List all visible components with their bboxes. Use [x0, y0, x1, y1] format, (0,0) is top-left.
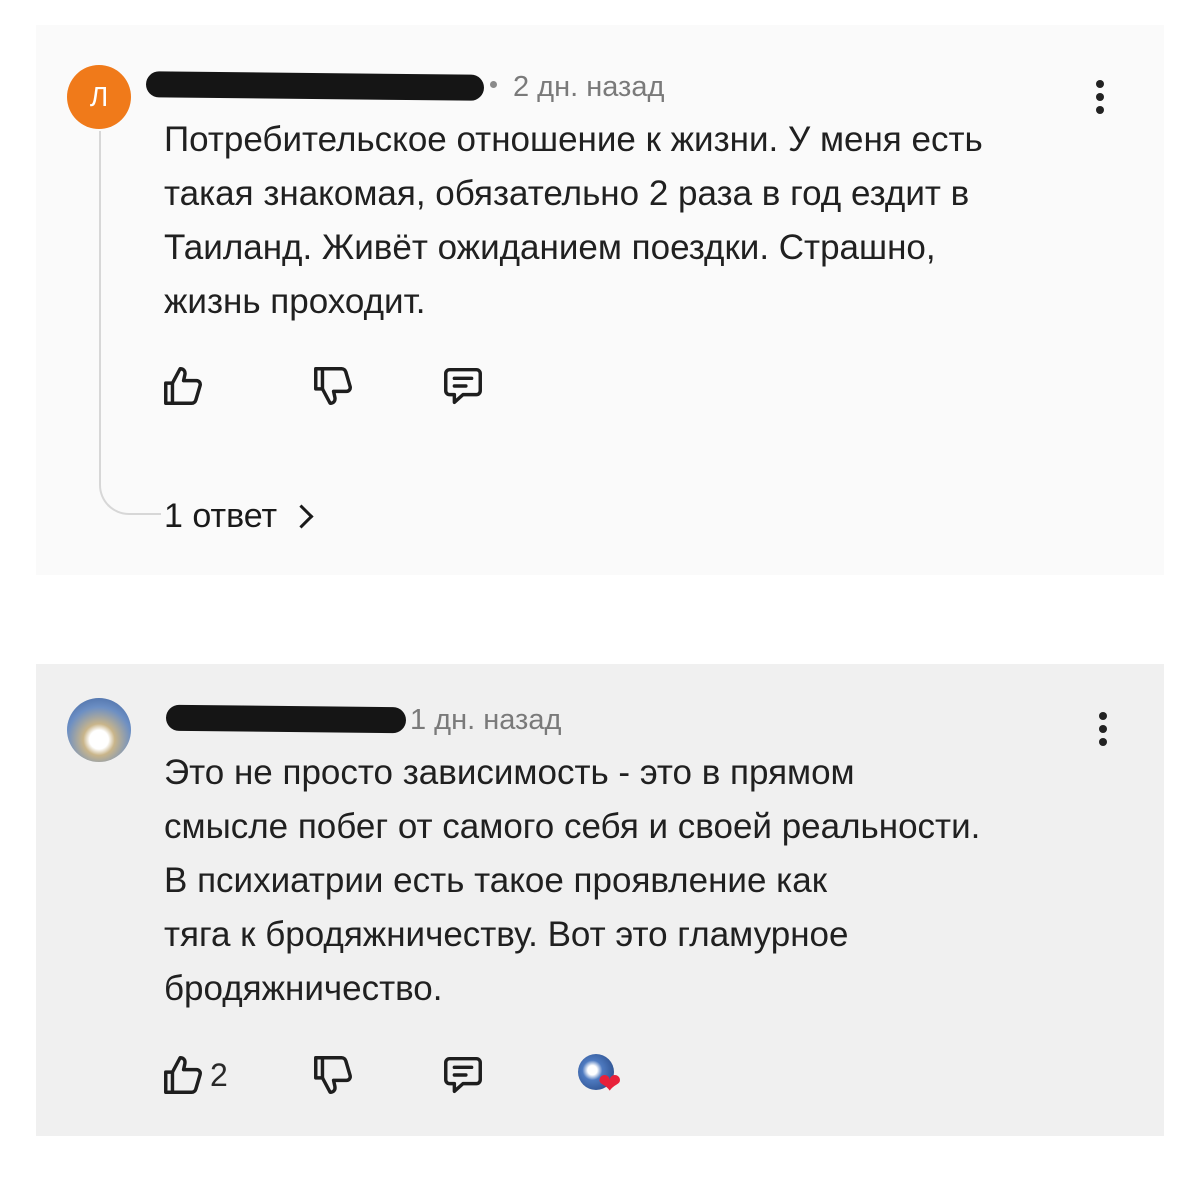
reply-button[interactable] [440, 363, 486, 409]
reply-button[interactable] [440, 1052, 486, 1098]
heart-icon: ❤ [598, 1068, 622, 1099]
comment-text-line: жизнь проходит. [164, 282, 426, 321]
like-count: 2 [210, 1056, 228, 1093]
reply-icon [444, 367, 482, 405]
comment-text-line: такая знакомая, обязательно 2 раза в год… [164, 174, 970, 213]
comment-card: 1 дн. назад Это не просто зависимость - … [36, 664, 1164, 1136]
reply-icon [444, 1056, 482, 1094]
author-heart-icon: ❤ [578, 1054, 624, 1098]
comment-text-line: Это не просто зависимость - это в прямом [164, 753, 855, 792]
comment-card: Л 2 дн. назад Потребительское отношение … [36, 25, 1164, 575]
dislike-button[interactable] [310, 1052, 356, 1098]
comment-text-line: Таиланд. Живёт ожиданием поездки. Страшн… [164, 228, 936, 267]
comment-text-line: В психиатрии есть такое проявление как [164, 861, 828, 900]
comment-text-line: тяга к бродяжничеству. Вот это гламурное [164, 915, 849, 954]
comment-text: Это не просто зависимость - это в прямом… [164, 746, 1104, 1016]
chevron-right-icon [289, 504, 314, 529]
like-button[interactable] [160, 363, 206, 409]
thumbs-up-icon [164, 1056, 202, 1094]
thumbs-down-icon [314, 367, 352, 405]
like-button[interactable]: 2 [160, 1052, 228, 1098]
comment-time: 2 дн. назад [513, 71, 665, 103]
comment-meta: 2 дн. назад [490, 71, 664, 104]
more-vertical-icon[interactable] [1098, 712, 1108, 746]
thumbs-up-icon [164, 367, 202, 405]
comment-text-line: смысле побег от самого себя и своей реал… [164, 807, 981, 846]
avatar[interactable] [67, 698, 131, 762]
comment-text-line: бродяжничество. [164, 969, 443, 1008]
comment-text: Потребительское отношение к жизни. У мен… [164, 113, 1104, 329]
dislike-button[interactable] [310, 363, 356, 409]
avatar[interactable]: Л [67, 65, 131, 129]
redacted-username [145, 71, 485, 101]
comment-meta: 1 дн. назад [410, 704, 561, 737]
comment-time: 1 дн. назад [410, 704, 562, 736]
thumbs-down-icon [314, 1056, 352, 1094]
thread-line [99, 131, 161, 515]
replies-toggle[interactable]: 1 ответ [164, 497, 314, 536]
comment-text-line: Потребительское отношение к жизни. У мен… [164, 120, 983, 159]
more-vertical-icon[interactable] [1095, 80, 1105, 114]
separator-dot [490, 80, 497, 88]
replies-label: 1 ответ [164, 497, 278, 535]
redacted-username [165, 704, 407, 734]
